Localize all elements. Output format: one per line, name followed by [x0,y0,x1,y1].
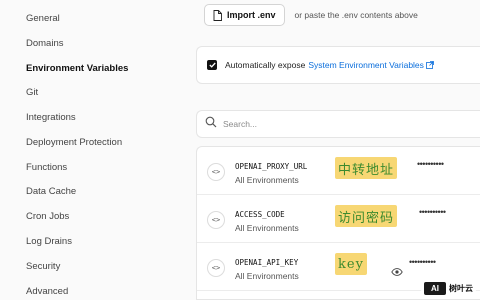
import-hint: or paste the .env contents above [294,10,418,20]
sidebar-item-general[interactable]: General [26,13,60,24]
sidebar-item-functions[interactable]: Functions [26,162,67,173]
masked-value: •••••••••• [417,159,444,169]
watermark: AI 树叶云 [421,281,476,296]
sidebar-item-advanced[interactable]: Advanced [26,286,68,297]
code-icon: <> [207,163,225,181]
masked-value: •••••••••• [419,207,446,217]
sidebar-item-deployment-protection[interactable]: Deployment Protection [26,137,122,148]
env-key: OPENAI_PROXY_URL [235,162,308,171]
code-icon: <> [207,211,225,229]
env-scope: All Environments [235,175,299,185]
env-var-list: <> OPENAI_PROXY_URL All Environments 中转地… [196,146,480,300]
env-key: ACCESS_CODE [235,210,285,219]
import-row: Import .env or paste the .env contents a… [204,4,418,26]
code-icon: <> [207,259,225,277]
import-env-label: Import .env [227,10,276,20]
env-row-access-code[interactable]: <> ACCESS_CODE All Environments 访问密码 •••… [197,195,480,243]
env-scope: All Environments [235,223,299,233]
sidebar-item-git[interactable]: Git [26,87,38,98]
annotation-highlight: 访问密码 [335,205,398,227]
search-input[interactable] [223,119,423,129]
sidebar-item-domains[interactable]: Domains [26,38,64,49]
search-icon [205,115,217,133]
env-settings-panel: Import .env or paste the .env contents a… [196,0,480,300]
import-env-button[interactable]: Import .env [204,4,285,26]
sidebar-item-log-drains[interactable]: Log Drains [26,236,72,247]
masked-value: •••••••••• [409,257,436,267]
file-icon [213,9,222,21]
sidebar-item-integrations[interactable]: Integrations [26,112,76,123]
external-link-icon[interactable] [426,56,434,74]
env-row-openai-proxy-url[interactable]: <> OPENAI_PROXY_URL All Environments 中转地… [197,147,480,195]
sidebar-item-security[interactable]: Security [26,261,60,272]
auto-expose-checkbox[interactable] [207,60,217,70]
annotation-highlight: 中转地址 [335,157,398,179]
sidebar-item-environment-variables[interactable]: Environment Variables [26,63,128,74]
env-search-box [196,110,480,138]
annotation-highlight: key [335,253,367,275]
sidebar-item-cron-jobs[interactable]: Cron Jobs [26,211,69,222]
settings-sidebar: General Domains Environment Variables Gi… [0,0,190,300]
watermark-logo: AI [424,282,446,295]
env-scope: All Environments [235,271,299,281]
env-key: OPENAI_API_KEY [235,258,299,267]
sidebar-item-data-cache[interactable]: Data Cache [26,186,76,197]
auto-expose-label: Automatically expose [225,60,306,70]
system-env-vars-link[interactable]: System Environment Variables [308,60,424,70]
eye-icon[interactable] [391,263,403,281]
auto-expose-card: Automatically expose System Environment … [196,46,480,84]
watermark-text: 树叶云 [449,284,473,293]
check-icon [208,62,216,68]
